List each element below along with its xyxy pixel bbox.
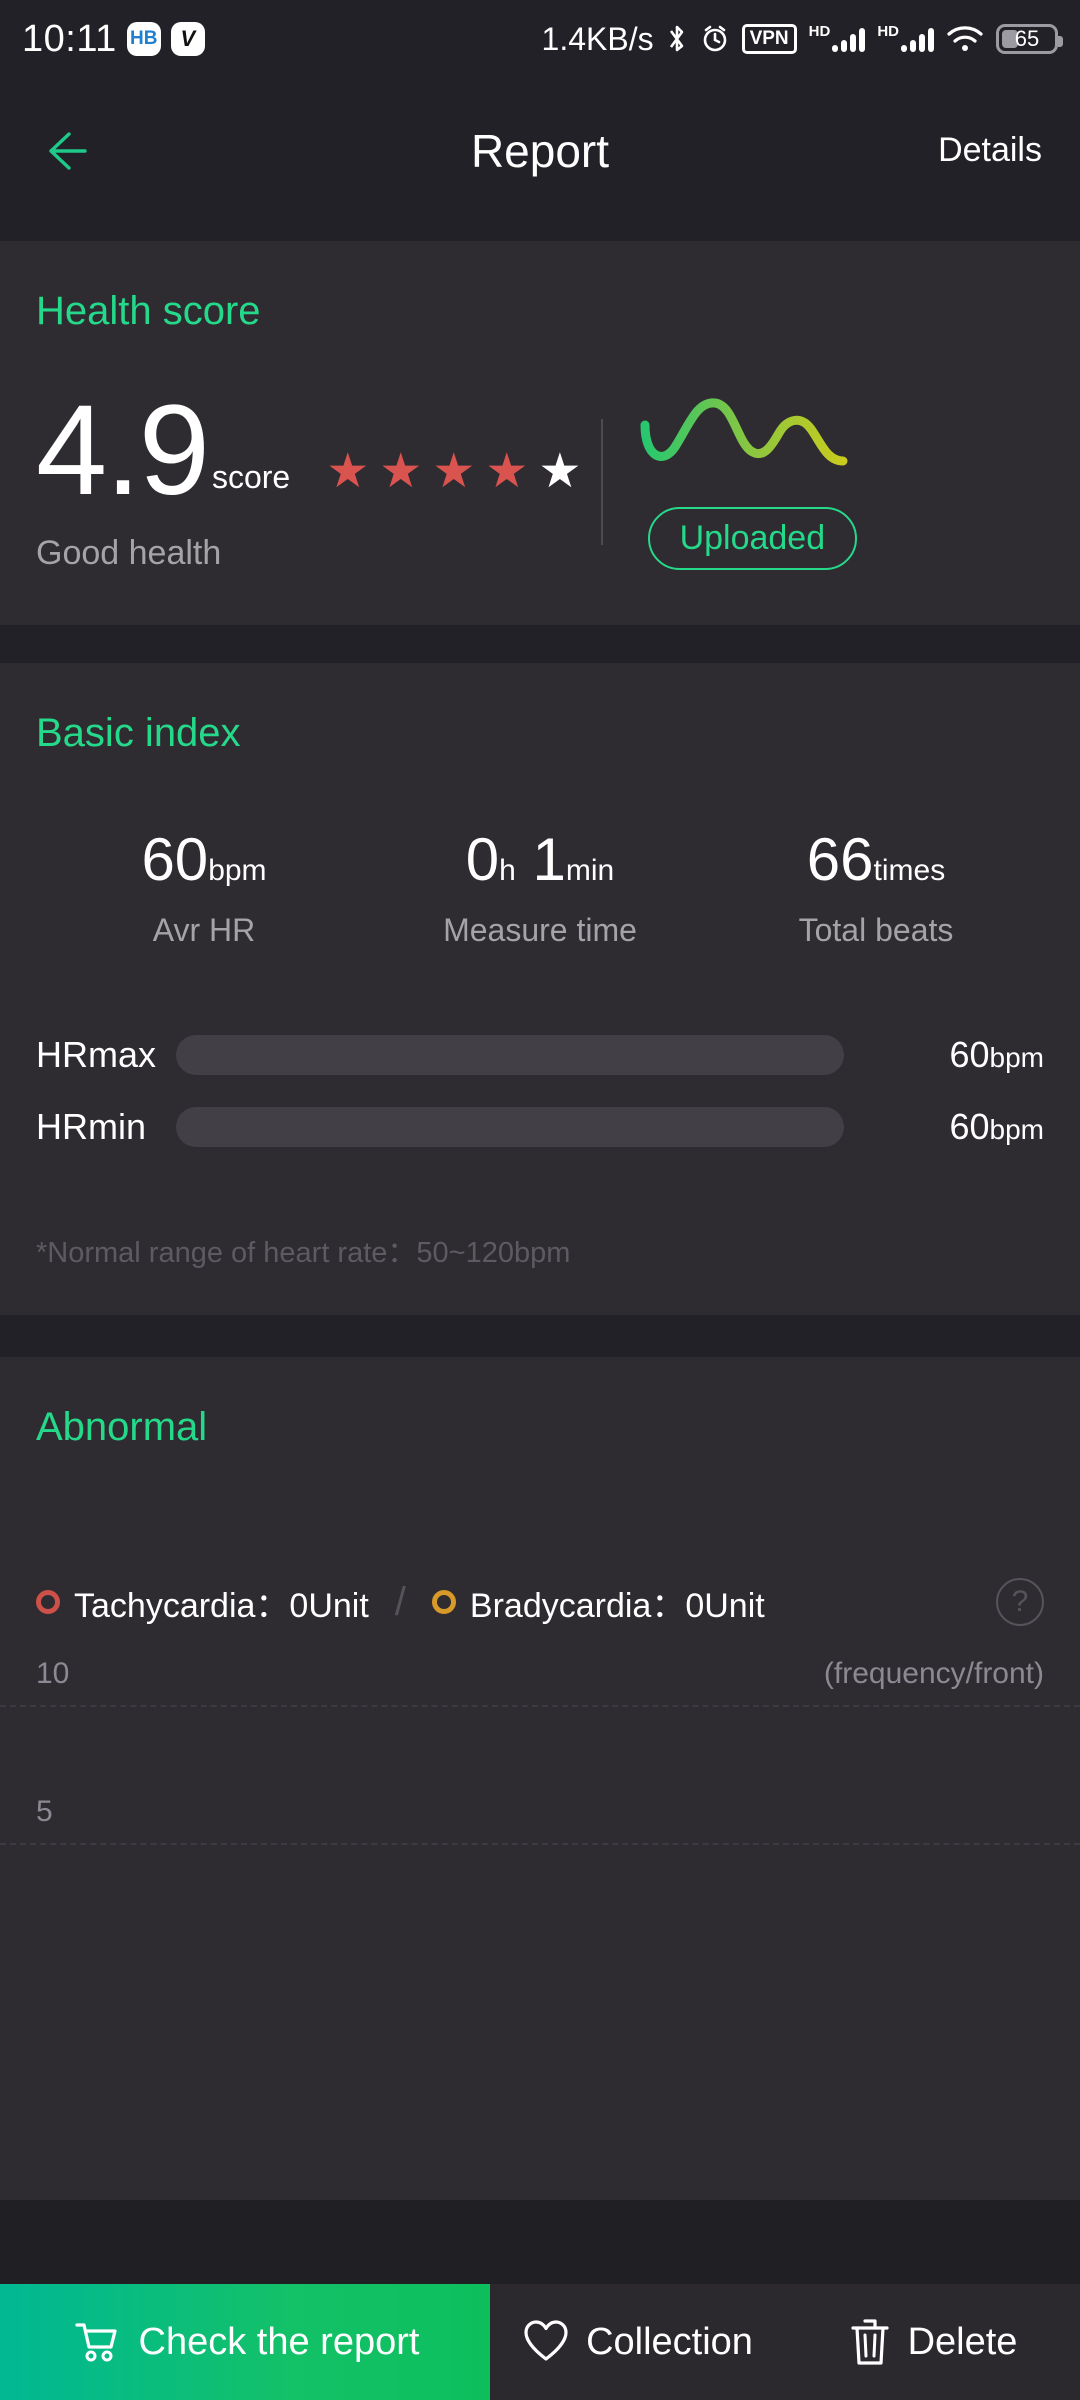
hrmin-value: 60bpm xyxy=(949,1105,1044,1147)
battery-percent: 65 xyxy=(1014,26,1040,51)
status-bar: 10:11 HB V 1.4KB/s VPN HD HD 65 xyxy=(0,0,1080,78)
chart-y-unit-label: (frequency/front) xyxy=(823,1656,1044,1690)
stat-avr-hr: 60bpm Avr HR xyxy=(36,825,372,949)
star-icon: ★ xyxy=(432,444,476,498)
cart-icon xyxy=(74,2323,117,2362)
chart-gridline-10 xyxy=(0,1704,1080,1707)
delete-button[interactable]: Delete xyxy=(785,2284,1080,2400)
status-bar-left: 10:11 HB V xyxy=(22,18,205,61)
hrmin-label: HRmin xyxy=(36,1105,147,1147)
stat-total-beats: 66times Total beats xyxy=(708,825,1044,949)
star-icon: ★ xyxy=(326,444,370,498)
hd-label-2: HD xyxy=(877,23,899,40)
hr-bars: HRmax 60bpm HRmin 60bpm xyxy=(36,949,1044,1163)
signal-bars-1 xyxy=(832,26,866,52)
battery-icon: 65 xyxy=(996,24,1063,54)
hd-label-1: HD xyxy=(808,23,831,40)
legend-label: Tachycardia：0Unit xyxy=(74,1586,369,1625)
star-icon: ★ xyxy=(485,444,529,498)
back-button[interactable] xyxy=(38,116,108,186)
details-button[interactable]: Details xyxy=(938,131,1042,170)
wifi-icon xyxy=(946,25,984,53)
stat-unit-2: min xyxy=(565,853,615,887)
heart-icon xyxy=(524,2320,568,2361)
star-rating: ★ ★ ★ ★ ★ xyxy=(290,444,582,510)
abnormal-card: Abnormal Tachycardia：0Unit / Bradycardia… xyxy=(0,1356,1080,2200)
signal-1-icon: HD xyxy=(808,23,866,52)
collection-button[interactable]: Collection xyxy=(490,2284,785,2400)
stat-label: Total beats xyxy=(798,911,954,948)
legend-label: Bradycardia：0Unit xyxy=(469,1586,765,1625)
v-app-icon: V xyxy=(170,22,205,56)
upload-status-badge: Uploaded xyxy=(647,506,858,570)
status-clock: 10:11 xyxy=(22,17,117,60)
collection-label: Collection xyxy=(586,2320,753,2363)
check-the-report-label: Check the report xyxy=(138,2320,420,2363)
signal-bars-2 xyxy=(901,26,934,52)
bluetooth-icon xyxy=(666,23,688,55)
legend-tachycardia: Tachycardia：0Unit xyxy=(36,1578,369,1627)
help-icon[interactable]: ? xyxy=(996,1578,1044,1627)
legend-bradycardia: Bradycardia：0Unit xyxy=(431,1578,765,1627)
stat-value: 66times xyxy=(806,825,946,893)
hrmax-label: HRmax xyxy=(36,1033,157,1075)
stat-unit: times xyxy=(873,853,946,887)
health-score-left: 4.9 score ★ ★ ★ ★ ★ Good health xyxy=(36,379,582,573)
stat-value: 0h 1min xyxy=(465,825,615,893)
hrmax-row: HRmax 60bpm xyxy=(36,1019,1044,1091)
delete-label: Delete xyxy=(907,2320,1018,2363)
tachycardia-marker-icon xyxy=(36,1590,60,1615)
star-icon: ★ xyxy=(379,444,423,498)
normal-range-note: *Normal range of heart rate：50~120bpm xyxy=(36,1236,571,1269)
bottom-action-bar: Check the report Collection Delete xyxy=(0,2284,1080,2400)
hrmax-value: 60bpm xyxy=(949,1033,1044,1075)
stat-label: Measure time xyxy=(443,911,637,948)
health-score-body: 4.9 score ★ ★ ★ ★ ★ Good health Uploaded xyxy=(36,334,1044,625)
chart-gridline-5 xyxy=(0,1842,1080,1845)
section-divider-3 xyxy=(0,1314,1080,1357)
network-speed-text: 1.4KB/s xyxy=(541,20,654,57)
health-score-value: 4.9 xyxy=(36,379,210,522)
stat-label: Avr HR xyxy=(152,911,256,948)
stat-unit: bpm xyxy=(208,853,267,887)
star-icon: ★ xyxy=(538,444,582,498)
vertical-divider xyxy=(601,419,604,546)
status-bar-right: 1.4KB/s VPN HD HD 65 xyxy=(541,20,1063,58)
section-divider-1 xyxy=(0,223,1080,241)
health-score-title: Health score xyxy=(36,289,261,333)
legend-separator: / xyxy=(394,1579,406,1624)
signal-2-icon: HD xyxy=(877,23,934,52)
basic-index-stats: 60bpm Avr HR 0h 1min Measure time 66time… xyxy=(36,756,1044,949)
hrmin-track xyxy=(176,1106,844,1147)
abnormal-title: Abnormal xyxy=(36,1404,208,1449)
chart-ytick-5: 5 xyxy=(36,1794,53,1828)
hb-app-icon: HB xyxy=(126,22,161,56)
basic-index-title: Basic index xyxy=(36,710,241,755)
abnormal-chart: (frequency/front) 10 5 xyxy=(0,1656,1080,1987)
waveform-icon xyxy=(640,398,848,466)
alarm-icon xyxy=(700,24,730,54)
basic-index-card: Basic index 60bpm Avr HR 0h 1min Measure… xyxy=(0,662,1080,1315)
check-the-report-button[interactable]: Check the report xyxy=(0,2284,490,2400)
section-divider-2 xyxy=(0,624,1080,663)
health-score-unit: score xyxy=(211,458,291,495)
chart-ytick-10: 10 xyxy=(36,1656,70,1690)
health-score-row: 4.9 score ★ ★ ★ ★ ★ xyxy=(36,379,582,522)
trash-icon xyxy=(850,2319,889,2365)
health-score-right: Uploaded xyxy=(637,395,867,570)
bradycardia-marker-icon xyxy=(431,1590,456,1615)
title-bar: Report Details xyxy=(0,78,1080,223)
page-title: Report xyxy=(470,124,610,177)
vpn-icon: VPN xyxy=(741,24,797,54)
hrmax-track xyxy=(176,1034,844,1075)
stat-value: 60bpm xyxy=(141,825,267,893)
abnormal-legend: Tachycardia：0Unit / Bradycardia：0Unit ? xyxy=(36,1450,1044,1627)
health-score-card: Health score 4.9 score ★ ★ ★ ★ ★ Good he… xyxy=(0,241,1080,625)
back-arrow-icon xyxy=(49,131,87,170)
stat-measure-time: 0h 1min Measure time xyxy=(372,825,708,949)
stat-unit: h xyxy=(499,853,516,887)
hrmin-row: HRmin 60bpm xyxy=(36,1091,1044,1163)
